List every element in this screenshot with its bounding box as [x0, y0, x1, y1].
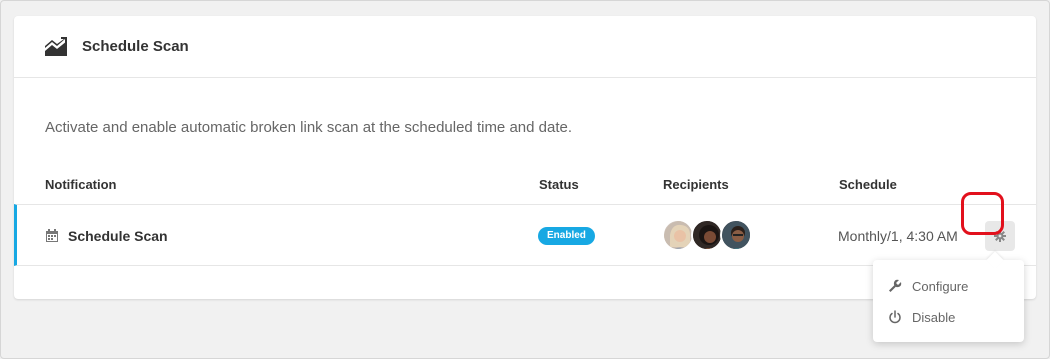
calendar-icon	[46, 229, 58, 242]
column-header-schedule: Schedule	[839, 177, 897, 192]
wrench-icon	[888, 279, 902, 293]
status-badge: Enabled	[538, 227, 595, 245]
avatar[interactable]	[720, 219, 752, 251]
highlight-annotation	[961, 192, 1004, 235]
column-header-status: Status	[539, 177, 579, 192]
menu-item-configure[interactable]: Configure	[873, 271, 1024, 301]
notification-name: Schedule Scan	[68, 228, 168, 244]
table-row[interactable]: Schedule Scan Enabled Monthly/1, 4:30 AM	[14, 204, 1036, 266]
avatar[interactable]	[691, 219, 723, 251]
power-icon	[888, 310, 902, 324]
column-header-notification: Notification	[45, 177, 117, 192]
settings-dropdown-menu: Configure Disable	[873, 260, 1024, 342]
avatar[interactable]	[662, 219, 694, 251]
box-title: Schedule Scan	[82, 38, 189, 55]
schedule-value: Monthly/1, 4:30 AM	[838, 228, 958, 244]
recipients-list	[662, 219, 752, 251]
menu-item-label: Disable	[912, 309, 956, 325]
schedule-scan-box: Schedule Scan Activate and enable automa…	[14, 16, 1036, 299]
menu-item-disable[interactable]: Disable	[873, 302, 1024, 332]
menu-item-label: Configure	[912, 278, 969, 294]
column-header-recipients: Recipients	[663, 177, 729, 192]
chart-trend-icon	[44, 36, 68, 57]
description-text: Activate and enable automatic broken lin…	[45, 119, 572, 136]
box-header: Schedule Scan	[14, 16, 1036, 78]
